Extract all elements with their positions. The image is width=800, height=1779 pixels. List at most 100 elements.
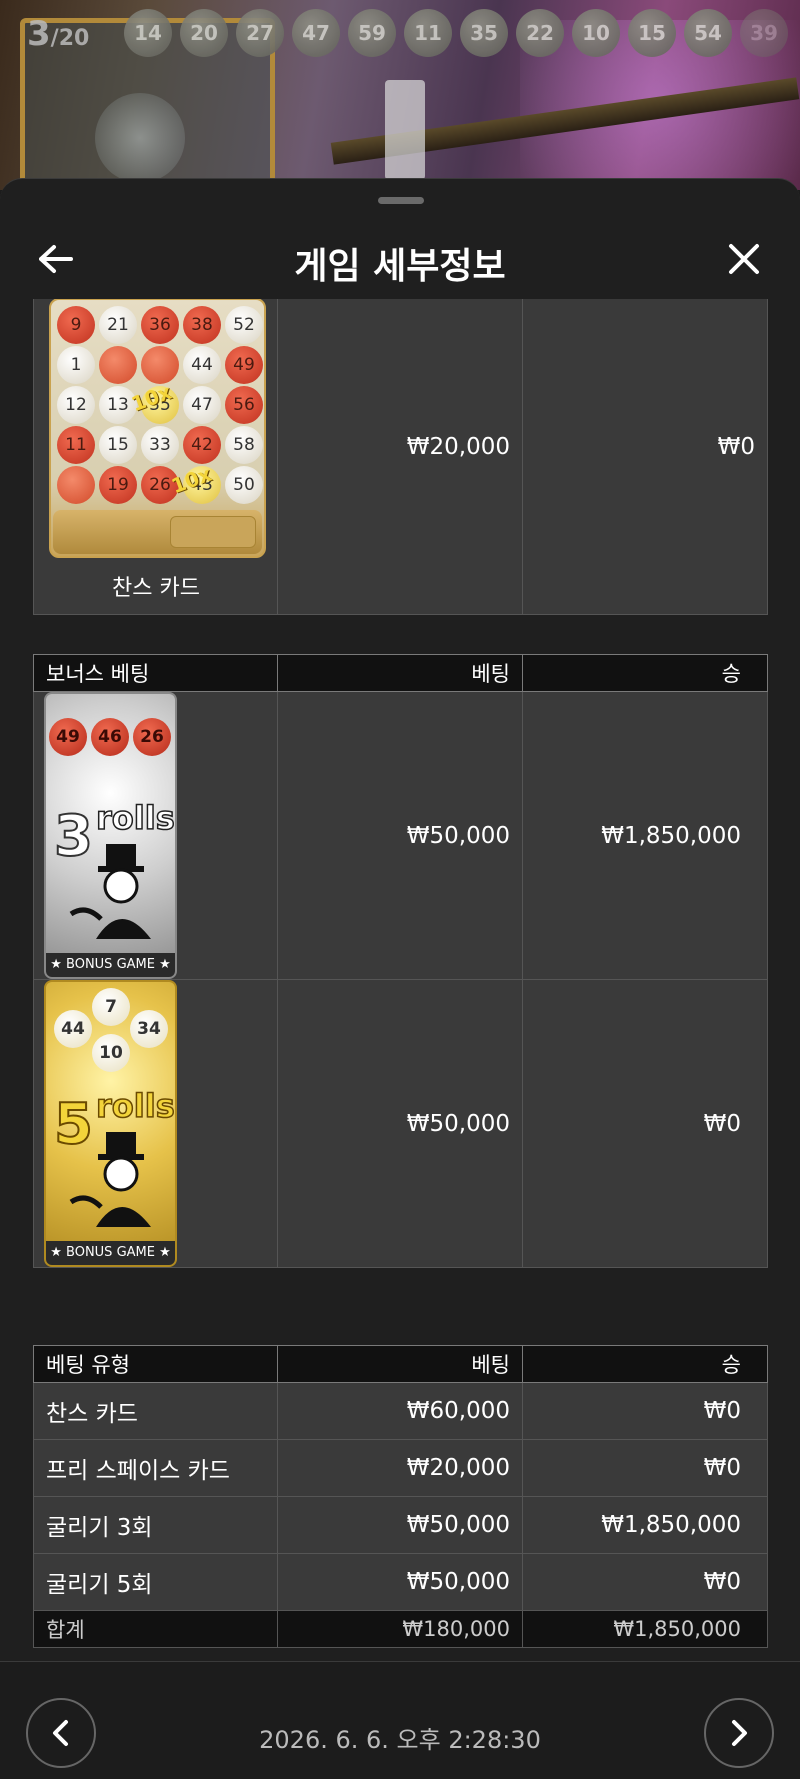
round-total: /20 — [50, 26, 90, 51]
table-row: 9 21 36 38 52 1 44 49 12 13 35 47 56 11 15 33 42 58 19 26 43… — [33, 299, 768, 615]
bonus-ball: 49 — [49, 718, 87, 756]
bonus-card-cell: 7 44 34 10 5 rolls ★ BONUS GAME ★ — [33, 979, 278, 1268]
bonus-ball: 46 — [91, 718, 129, 756]
win-amount: ₩0 — [522, 1553, 768, 1611]
drawn-ball: 27 — [236, 9, 284, 57]
total-row: 합계 ₩180,000 ₩1,850,000 — [33, 1610, 768, 1648]
bonus-ball: 7 — [92, 988, 130, 1026]
drawn-ball: 20 — [180, 9, 228, 57]
card-number: 21 — [99, 306, 137, 344]
mascot-icon — [69, 1132, 151, 1227]
bet-amount: ₩60,000 — [277, 1382, 523, 1440]
card-number: 36 — [141, 306, 179, 344]
drawn-ball: 22 — [516, 9, 564, 57]
column-header-bet: 베팅 — [277, 654, 523, 692]
drawn-ball: 15 — [628, 9, 676, 57]
bonus-ball: 34 — [130, 1010, 168, 1048]
round-counter: 3 /20 — [27, 14, 89, 54]
table-row: 굴리기 5회 ₩50,000 ₩0 — [33, 1553, 768, 1611]
bonus-win-amount: ₩0 — [522, 979, 768, 1268]
drawn-ball: 54 — [684, 9, 732, 57]
card-number: 44 — [183, 346, 221, 384]
drawn-balls-strip: 14 20 27 47 59 11 35 22 10 15 54 39 — [124, 9, 788, 57]
table-row: 49 46 26 3 rolls ★ BONUS GAME ★ ₩50,000 — [33, 691, 768, 980]
page-title: 게임 세부정보 — [294, 246, 506, 287]
card-number: 9 — [57, 306, 95, 344]
card-number: 50 — [225, 466, 263, 504]
bonus-ball: 26 — [133, 718, 171, 756]
drawn-ball: 59 — [348, 9, 396, 57]
chance-card-table: 9 21 36 38 52 1 44 49 12 13 35 47 56 11 15 33 42 58 19 26 43… — [33, 299, 768, 615]
close-icon — [729, 244, 759, 274]
bet-amount: ₩50,000 — [277, 1496, 523, 1554]
card-number: 42 — [183, 426, 221, 464]
card-number: 38 — [183, 306, 221, 344]
drawn-ball: 35 — [460, 9, 508, 57]
win-amount: ₩1,850,000 — [522, 1496, 768, 1554]
total-label: 합계 — [33, 1610, 278, 1648]
chance-card-caption: 찬스 카드 — [112, 576, 200, 601]
machine-globe — [95, 93, 185, 183]
round-current: 3 — [27, 14, 51, 54]
card-number: 19 — [99, 466, 137, 504]
drag-handle[interactable] — [378, 197, 424, 204]
game-details-panel: 게임 세부정보 9 21 36 38 52 1 44 49 12 13 35 47 56 11 15 33 42… — [0, 178, 800, 1779]
chevron-right-icon — [732, 1720, 747, 1746]
bet-type: 찬스 카드 — [33, 1382, 278, 1440]
table-row: 찬스 카드 ₩60,000 ₩0 — [33, 1382, 768, 1440]
next-game-button[interactable] — [704, 1698, 774, 1768]
card-number: 47 — [183, 386, 221, 424]
card-number: 15 — [99, 426, 137, 464]
table-row: 프리 스페이스 카드 ₩20,000 ₩0 — [33, 1439, 768, 1497]
table-header-row: 보너스 베팅 베팅 승 — [33, 654, 768, 692]
house-icon — [141, 346, 179, 384]
panel-header: 게임 세부정보 — [0, 219, 800, 299]
card-number: 56 — [225, 386, 263, 424]
drawn-ball: 10 — [572, 9, 620, 57]
bonus-card-3-rolls: 49 46 26 3 rolls ★ BONUS GAME ★ — [44, 692, 177, 979]
bonus-ball: 44 — [54, 1010, 92, 1048]
bonus-bet-amount: ₩50,000 — [277, 979, 523, 1268]
column-header-bet-type: 베팅 유형 — [33, 1345, 278, 1383]
bonus-card-5-rolls: 7 44 34 10 5 rolls ★ BONUS GAME ★ — [44, 980, 177, 1267]
card-number: 33 — [141, 426, 179, 464]
rolls-word: rolls — [95, 798, 175, 838]
chance-card-bet: ₩20,000 — [277, 299, 523, 615]
card-number: 58 — [225, 426, 263, 464]
bet-amount: ₩50,000 — [277, 1553, 523, 1611]
total-bet: ₩180,000 — [277, 1610, 523, 1648]
bet-summary-table: 베팅 유형 베팅 승 찬스 카드 ₩60,000 ₩0 프리 스페이스 카드 ₩… — [33, 1345, 768, 1648]
card-number: 49 — [225, 346, 263, 384]
drawn-ball: 14 — [124, 9, 172, 57]
footer-navigation: 2026. 6. 6. 오후 2:28:30 — [0, 1661, 800, 1779]
rolls-word: rolls — [95, 1086, 175, 1126]
bonus-card-cell: 49 46 26 3 rolls ★ BONUS GAME ★ — [33, 691, 278, 980]
total-win: ₩1,850,000 — [522, 1610, 768, 1648]
win-amount: ₩0 — [522, 1439, 768, 1497]
chance-card-win: ₩0 — [522, 299, 768, 615]
win-amount: ₩0 — [522, 1382, 768, 1440]
card-number: 1 — [57, 346, 95, 384]
card-number: 11 — [57, 426, 95, 464]
close-button[interactable] — [714, 229, 774, 289]
game-video-strip: 3 /20 14 20 27 47 59 11 35 22 10 15 54 39 — [0, 0, 800, 190]
drawn-ball: 11 — [404, 9, 452, 57]
column-header-win: 승 — [522, 654, 768, 692]
house-icon — [99, 346, 137, 384]
table-header-row: 베팅 유형 베팅 승 — [33, 1345, 768, 1383]
bonus-game-label: ★ BONUS GAME ★ — [46, 953, 175, 977]
table-row: 굴리기 3회 ₩50,000 ₩1,850,000 — [33, 1496, 768, 1554]
card-number: 52 — [225, 306, 263, 344]
drawn-ball: 39 — [740, 9, 788, 57]
house-icon — [57, 466, 95, 504]
bet-type: 굴리기 5회 — [33, 1553, 278, 1611]
bonus-ball: 10 — [92, 1034, 130, 1072]
column-header-win: 승 — [522, 1345, 768, 1383]
details-scroll-area[interactable]: 9 21 36 38 52 1 44 49 12 13 35 47 56 11 15 33 42 58 19 26 43… — [0, 299, 800, 1659]
card-tray-slot — [170, 516, 256, 548]
bonus-bet-table: 보너스 베팅 베팅 승 49 46 26 3 rolls ★ BONUS GAM… — [33, 654, 768, 1268]
column-header-bet: 베팅 — [277, 1345, 523, 1383]
mascot-icon — [69, 844, 151, 939]
card-number: 12 — [57, 386, 95, 424]
bonus-win-amount: ₩1,850,000 — [522, 691, 768, 980]
